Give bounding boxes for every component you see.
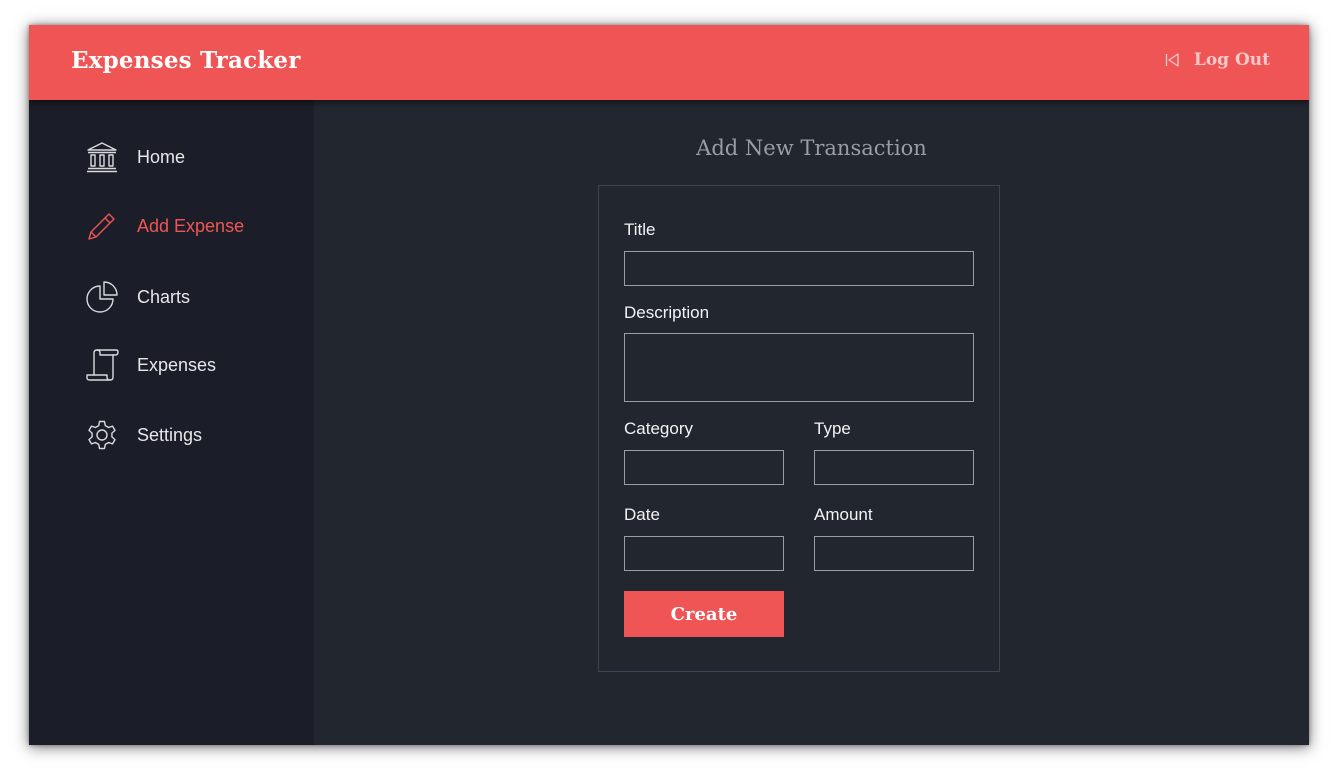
sidebar-item-add-expense[interactable]: Add Expense [85,209,244,243]
sidebar-item-settings[interactable]: Settings [85,418,202,452]
sidebar-item-charts[interactable]: Charts [85,280,190,314]
type-input[interactable] [814,450,974,485]
create-button[interactable]: Create [624,591,784,637]
pie-chart-icon [85,280,119,314]
page-title: Add New Transaction [696,136,927,160]
sidebar-item-label: Add Expense [137,215,245,236]
logout-icon [1164,52,1180,68]
amount-input[interactable] [814,536,974,571]
main-content: Add New Transaction Title Description Ca… [314,100,1309,745]
sidebar-item-label: Expenses [137,354,217,375]
type-label: Type [814,419,851,438]
description-textarea[interactable] [624,333,974,402]
app-title: Expenses Tracker [71,47,301,74]
app-window: Expenses Tracker Log Out Home Add Expens… [29,25,1309,745]
title-label: Title [624,220,656,239]
sidebar-item-label: Home [137,146,186,167]
bank-icon [85,140,119,174]
pencil-icon [85,209,119,243]
date-input[interactable] [624,536,784,571]
sidebar-item-label: Settings [137,424,203,445]
logout-button[interactable]: Log Out [1164,50,1270,70]
category-label: Category [624,419,693,438]
title-input[interactable] [624,251,974,286]
date-label: Date [624,505,660,524]
gear-icon [85,418,119,452]
category-input[interactable] [624,450,784,485]
top-bar: Expenses Tracker Log Out [29,25,1309,100]
amount-label: Amount [814,505,873,524]
description-label: Description [624,303,710,322]
logout-label: Log Out [1193,50,1270,70]
sidebar-item-label: Charts [137,286,191,307]
sidebar-item-home[interactable]: Home [85,140,185,174]
scroll-icon [85,348,119,382]
add-transaction-form: Title Description Category Type Date Amo… [598,185,1000,672]
sidebar: Home Add Expense Charts Expenses Setting… [29,100,314,745]
sidebar-item-expenses[interactable]: Expenses [85,348,216,382]
